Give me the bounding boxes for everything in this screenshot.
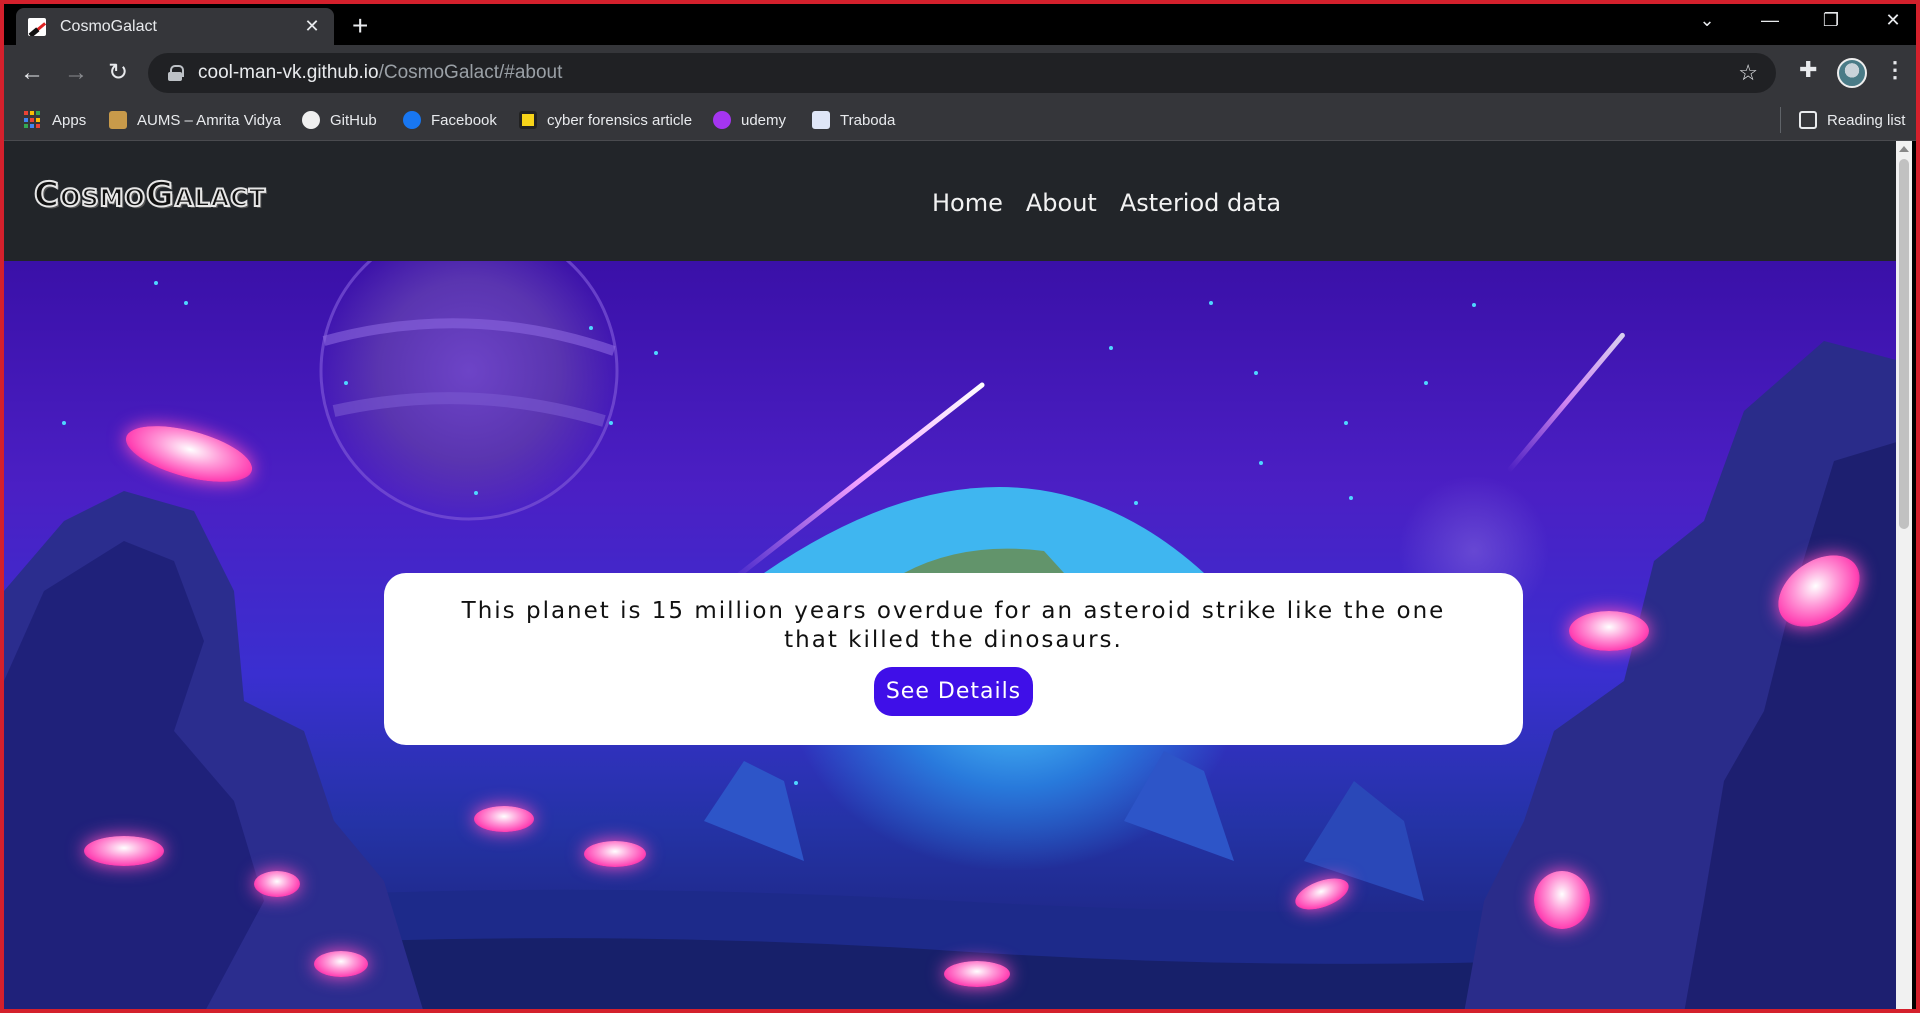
star (1349, 496, 1353, 500)
browser-window: CosmoGalact ✕ + ⌄ — ❐ ✕ ← → ↻ cool-man-v… (0, 0, 1920, 1013)
bookmark-facebook[interactable]: Facebook (403, 111, 497, 129)
pink-crystal (1534, 871, 1590, 929)
kebab-menu-icon[interactable]: ⋮ (1884, 57, 1906, 83)
star (344, 381, 348, 385)
pink-crystal (474, 806, 534, 832)
extensions-puzzle-icon[interactable]: ✚ (1799, 57, 1817, 83)
scroll-up-icon[interactable] (1899, 146, 1909, 152)
star (1424, 381, 1428, 385)
github-icon (302, 111, 320, 129)
scrollbar-thumb[interactable] (1899, 159, 1909, 529)
tab-strip: CosmoGalact ✕ + ⌄ — ❐ ✕ (4, 4, 1916, 45)
hero-info-card: This planet is 15 million years overdue … (384, 573, 1523, 745)
address-bar[interactable]: cool-man-vk.github.io/CosmoGalact/#about… (148, 53, 1776, 93)
forward-arrow-icon[interactable]: → (60, 57, 92, 89)
bookmark-label: cyber forensics article (547, 111, 693, 129)
apps-grid-icon (24, 111, 42, 129)
site-nav: Home About Asteriod data (932, 189, 1281, 217)
star (654, 351, 658, 355)
page-scrollbar[interactable] (1896, 141, 1912, 1009)
bookmark-star-icon[interactable]: ☆ (1738, 60, 1758, 86)
aums-icon (109, 111, 127, 129)
reading-list-button[interactable]: Reading list (1799, 111, 1905, 129)
star (1134, 501, 1138, 505)
bookmark-apps[interactable]: Apps (24, 111, 86, 129)
star (1259, 461, 1263, 465)
star (154, 281, 158, 285)
bookmarks-divider (1780, 107, 1781, 133)
pink-crystal (84, 836, 164, 866)
site-header: CosmoGalact Home About Asteriod data (4, 141, 1900, 261)
site-logo[interactable]: CosmoGalact (33, 174, 266, 216)
star (1472, 303, 1476, 307)
star (1344, 421, 1348, 425)
nav-home[interactable]: Home (932, 189, 1003, 217)
site-favicon-icon (28, 17, 46, 36)
back-arrow-icon[interactable]: ← (16, 57, 48, 89)
udemy-icon (713, 111, 731, 129)
star (794, 781, 798, 785)
bookmark-label: AUMS – Amrita Vidya (137, 111, 281, 129)
restore-icon[interactable]: ❐ (1808, 10, 1854, 31)
cyber-forensics-icon (519, 111, 537, 129)
pink-crystal (944, 961, 1010, 987)
reload-icon[interactable]: ↻ (102, 57, 134, 89)
star (474, 491, 478, 495)
bookmark-label: Traboda (840, 111, 896, 129)
hero-message: This planet is 15 million years overdue … (461, 598, 1446, 653)
nav-asteroid-data[interactable]: Asteriod data (1120, 189, 1281, 217)
close-window-icon[interactable]: ✕ (1870, 10, 1916, 31)
minimize-icon[interactable]: — (1747, 10, 1793, 31)
web-page: CosmoGalact Home About Asteriod data Thi… (4, 141, 1916, 1009)
browser-toolbar: ← → ↻ cool-man-vk.github.io/CosmoGalact/… (4, 45, 1916, 101)
pink-crystal (314, 951, 368, 977)
pink-crystal (584, 841, 646, 867)
pink-crystal (254, 871, 300, 897)
close-tab-icon[interactable]: ✕ (302, 16, 322, 37)
bookmark-aums[interactable]: AUMS – Amrita Vidya (109, 111, 281, 129)
bookmark-traboda[interactable]: Traboda (812, 111, 895, 129)
bookmark-label: Facebook (431, 111, 497, 129)
reading-list-label: Reading list (1827, 111, 1906, 129)
star (609, 421, 613, 425)
tab-title: CosmoGalact (60, 17, 157, 35)
bookmark-label: udemy (741, 111, 787, 129)
bookmark-label: GitHub (330, 111, 377, 129)
pink-crystal (1569, 611, 1649, 651)
star (1254, 371, 1258, 375)
traboda-icon (812, 111, 830, 129)
star (589, 326, 593, 330)
bookmarks-bar: Apps AUMS – Amrita Vidya GitHub Facebook… (4, 101, 1916, 141)
reading-list-icon (1799, 111, 1817, 129)
bookmark-cyber-forensics[interactable]: cyber forensics article (519, 111, 692, 129)
bookmark-github[interactable]: GitHub (302, 111, 377, 129)
lock-icon[interactable] (168, 65, 184, 81)
nav-about[interactable]: About (1026, 189, 1097, 217)
tab-search-icon[interactable]: ⌄ (1684, 10, 1730, 31)
star (62, 421, 66, 425)
new-tab-icon[interactable]: + (352, 10, 368, 42)
url-path: /CosmoGalact/#about (378, 62, 563, 83)
star (184, 301, 188, 305)
profile-avatar[interactable] (1837, 58, 1867, 88)
bookmark-udemy[interactable]: udemy (713, 111, 786, 129)
facebook-icon (403, 111, 421, 129)
star (1209, 301, 1213, 305)
see-details-button[interactable]: See Details (873, 667, 1034, 716)
hero-section: This planet is 15 million years overdue … (4, 261, 1900, 1009)
browser-tab[interactable]: CosmoGalact ✕ (16, 8, 334, 45)
url-host: cool-man-vk.github.io (198, 62, 379, 83)
bookmark-label: Apps (52, 111, 87, 129)
star (1109, 346, 1113, 350)
